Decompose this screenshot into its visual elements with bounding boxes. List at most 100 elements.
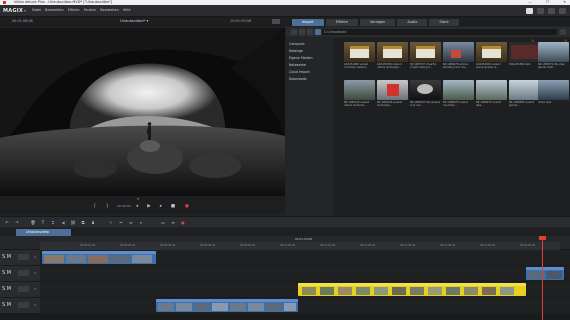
ripple-icon[interactable]: ≡: [170, 220, 176, 226]
track-header: S M 3: [0, 282, 40, 297]
settings-icon[interactable]: [526, 8, 533, 14]
link-icon[interactable]: ⛓: [70, 220, 76, 226]
menu-edit-2[interactable]: Bearbeiten: [100, 8, 119, 12]
playhead-line[interactable]: [542, 236, 543, 320]
solo-button[interactable]: S: [2, 254, 5, 260]
menu-file[interactable]: Datei: [32, 8, 41, 12]
mute-button[interactable]: M: [7, 286, 11, 292]
preview-menu-button[interactable]: [272, 19, 280, 24]
track-toggle[interactable]: [18, 302, 29, 308]
mark-in-button[interactable]: [: [92, 204, 98, 209]
mouse-mode-icon[interactable]: ↖: [108, 220, 114, 226]
thumbnail[interactable]: [377, 42, 408, 62]
help-icon[interactable]: [559, 8, 566, 14]
cut-mode-icon[interactable]: ✂: [118, 220, 124, 226]
thumbnail[interactable]: [443, 42, 474, 62]
undo-icon[interactable]: ↶: [4, 220, 10, 226]
thumbnail[interactable]: [538, 80, 569, 100]
ungroup-icon[interactable]: ⧈: [90, 220, 96, 226]
track-toggle[interactable]: [18, 286, 29, 292]
thumbnail[interactable]: [538, 42, 569, 62]
mute-button[interactable]: M: [7, 302, 11, 308]
mark-out-button[interactable]: ]: [104, 204, 110, 209]
tab-templates[interactable]: Vorlagen: [359, 19, 396, 26]
thumbnail-label: NK 1089278 woman standing rock cav...: [443, 63, 469, 69]
timeline-ruler[interactable]: 00:01:59:08 00:00:10:00 00:00:20:00 00:0…: [0, 236, 570, 250]
tab-project-urlaubsvideo[interactable]: Urlaubsvideo: [16, 229, 71, 236]
stop-icon[interactable]: ■: [170, 204, 176, 209]
snap-icon[interactable]: ▭: [160, 220, 166, 226]
tab-store[interactable]: Store: [429, 19, 459, 26]
tab-effects[interactable]: Effekte: [325, 19, 358, 26]
video-clip-selected[interactable]: [298, 283, 526, 296]
thumbnail[interactable]: [476, 42, 507, 62]
sidebar-item-my-media[interactable]: Eigene Medien: [289, 56, 312, 60]
stretch-mode-icon[interactable]: ⇔: [128, 220, 134, 226]
ruler-label: 00:01:10:00: [320, 244, 336, 247]
sidebar-item-cloud-import[interactable]: Cloud Import: [289, 70, 310, 74]
solo-button[interactable]: S: [2, 286, 5, 292]
thumbnail[interactable]: [509, 80, 540, 100]
video-clip[interactable]: [42, 251, 156, 264]
tab-audio[interactable]: Audio: [397, 19, 428, 26]
window-icon[interactable]: [537, 8, 544, 14]
text-icon[interactable]: T: [40, 220, 46, 226]
sidebar-item-networks[interactable]: Netzwerke: [289, 63, 306, 67]
video-clip[interactable]: [156, 299, 298, 312]
delete-icon[interactable]: 🗑: [30, 220, 36, 226]
magix-logo[interactable]: MAGIX▾: [3, 8, 26, 14]
thumbnail[interactable]: [410, 42, 441, 62]
track-toggle[interactable]: [18, 254, 29, 260]
mute-button[interactable]: M: [7, 254, 11, 260]
thumbnail[interactable]: [344, 42, 375, 62]
menu-edit[interactable]: Bearbeiten: [45, 8, 64, 12]
track: S M 2: [0, 266, 570, 281]
zoom-mode-icon[interactable]: ⌕: [138, 220, 144, 226]
redo-icon[interactable]: ↷: [14, 220, 20, 226]
sidebar-item-catalogs[interactable]: Kataloge: [289, 49, 303, 53]
track-toggle[interactable]: [18, 270, 29, 276]
track-lane[interactable]: [40, 250, 570, 265]
ruler-label: 00:01:40:00: [440, 244, 456, 247]
group-icon[interactable]: ⧉: [80, 220, 86, 226]
remove-icon[interactable]: ✕: [531, 39, 535, 43]
thumbnail-label: NK 1080246 iceland landscape...: [377, 101, 403, 107]
video-preview[interactable]: [0, 28, 285, 196]
path-field[interactable]: C:\Urlaubsbild: [322, 29, 557, 35]
play-icon[interactable]: ▶: [146, 204, 152, 209]
thumbnail[interactable]: [344, 80, 375, 100]
record-audio-icon[interactable]: ●: [180, 220, 186, 226]
menu-help[interactable]: Hilfe: [123, 8, 131, 12]
video-clip[interactable]: [526, 267, 564, 280]
mute-button[interactable]: M: [7, 270, 11, 276]
record-icon[interactable]: ●: [184, 204, 190, 209]
split-icon[interactable]: ⌶: [50, 220, 56, 226]
preview-title[interactable]: Urlaubsvideo* ▾: [120, 19, 148, 23]
thumbnail[interactable]: [410, 80, 441, 100]
next-frame-icon[interactable]: ▸: [158, 204, 164, 209]
previous-frame-icon[interactable]: ◂: [134, 204, 140, 209]
track: S M 4: [0, 298, 570, 313]
track-lane[interactable]: [40, 298, 570, 313]
grid-icon[interactable]: [548, 8, 555, 14]
tab-import[interactable]: Import: [292, 19, 324, 26]
track-lane[interactable]: [40, 282, 570, 297]
thumbnail[interactable]: [476, 80, 507, 100]
view-menu-icon[interactable]: [560, 29, 566, 35]
menu-effects[interactable]: Effekte: [68, 8, 80, 12]
thumbnail[interactable]: [509, 42, 540, 62]
menu-window[interactable]: Fenster: [84, 8, 97, 12]
sidebar-item-computer[interactable]: Computer: [289, 42, 305, 46]
forward-icon[interactable]: [299, 29, 305, 35]
solo-button[interactable]: S: [2, 302, 5, 308]
back-icon[interactable]: [291, 29, 297, 35]
remove-icon[interactable]: ✕: [564, 39, 568, 43]
up-folder-icon[interactable]: [307, 29, 313, 35]
thumbnail[interactable]: [443, 80, 474, 100]
trim-icon[interactable]: ◀: [60, 220, 66, 226]
folder-icon[interactable]: [315, 29, 321, 35]
track-lane[interactable]: [40, 266, 570, 281]
sidebar-item-downloads[interactable]: Downloads: [289, 77, 307, 81]
solo-button[interactable]: S: [2, 270, 5, 276]
thumbnail[interactable]: [377, 80, 408, 100]
